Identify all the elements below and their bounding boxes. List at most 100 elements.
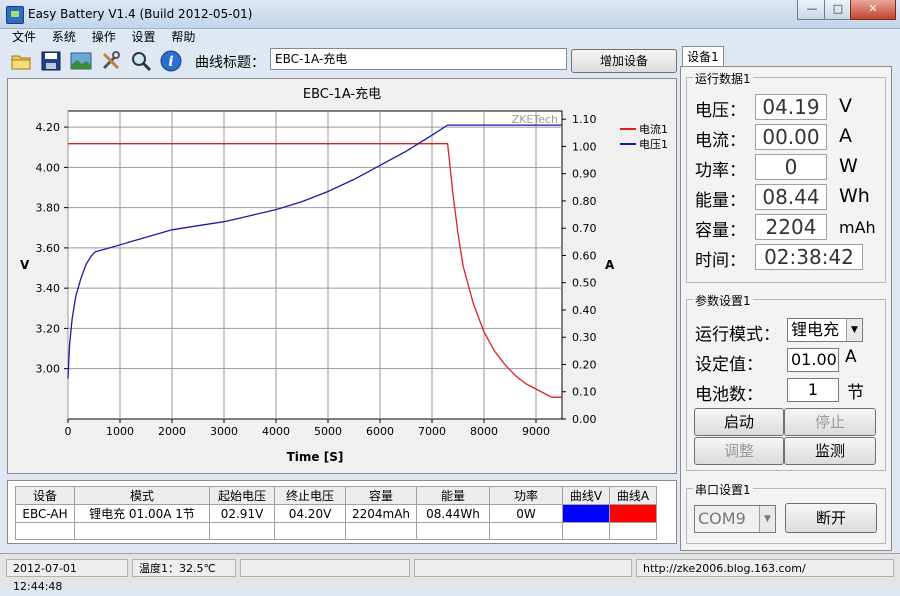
cells-input[interactable]: 1 xyxy=(787,378,839,402)
x-tick-label: 9000 xyxy=(522,425,550,438)
time-label: 时间： xyxy=(695,251,746,271)
results-table-panel: 设备 模式 起始电压 终止电压 容量 能量 功率 曲线V 曲线A EBC-AH … xyxy=(7,480,677,544)
power-label: 功率： xyxy=(695,161,746,181)
device-panel: 设备1 运行数据1 电压： 04.19 V 电流： 00.00 A 功率： 0 … xyxy=(680,46,894,553)
x-tick-label: 3000 xyxy=(210,425,238,438)
menu-system[interactable]: 系统 xyxy=(46,28,82,46)
setpoint-input[interactable]: 01.00 xyxy=(787,348,839,372)
y-left-tick-label: 3.20 xyxy=(36,322,61,335)
x-tick-label: 0 xyxy=(65,425,72,438)
col-device: 设备 xyxy=(15,486,75,505)
monitor-button[interactable]: 监测 xyxy=(784,437,876,465)
run-data-group: 运行数据1 电压： 04.19 V 电流： 00.00 A 功率： 0 W 能量… xyxy=(686,70,886,283)
menu-bar: 文件 系统 操作 设置 帮助 xyxy=(6,28,686,46)
stop-button[interactable]: 停止 xyxy=(784,408,876,436)
caption-input[interactable]: EBC-1A-充电 xyxy=(270,48,567,70)
cell-start-voltage: 02.91V xyxy=(209,504,275,523)
col-power: 功率 xyxy=(489,486,563,505)
y-right-tick-label: 0.20 xyxy=(572,358,597,371)
close-button[interactable]: ✕ xyxy=(850,0,896,20)
empty-cell xyxy=(15,522,75,540)
menu-operate[interactable]: 操作 xyxy=(86,28,122,46)
y-left-tick-label: 3.00 xyxy=(36,363,61,376)
empty-cell xyxy=(489,522,563,540)
save-icon[interactable] xyxy=(40,50,62,72)
device-tab-body: 运行数据1 电压： 04.19 V 电流： 00.00 A 功率： 0 W 能量… xyxy=(680,66,892,551)
tab-device1[interactable]: 设备1 xyxy=(682,46,724,67)
cell-curve-v-color[interactable] xyxy=(562,504,610,523)
energy-readout: 08.44 xyxy=(755,184,827,210)
y-right-tick-label: 0.50 xyxy=(572,277,597,290)
serial-settings-title: 串口设置1 xyxy=(693,481,753,498)
cell-curve-a-color[interactable] xyxy=(609,504,657,523)
folder-icon[interactable] xyxy=(10,50,32,72)
mode-select[interactable]: 锂电充 ▼ xyxy=(787,318,863,342)
current-readout: 00.00 xyxy=(755,124,827,150)
info-icon[interactable]: i xyxy=(160,50,182,72)
cell-end-voltage: 04.20V xyxy=(274,504,346,523)
tools-icon[interactable] xyxy=(100,50,122,72)
mode-label: 运行模式： xyxy=(695,325,780,345)
chevron-down-icon[interactable]: ▼ xyxy=(846,319,862,341)
capacity-unit: mAh xyxy=(839,218,876,237)
empty-cell xyxy=(416,522,490,540)
menu-settings[interactable]: 设置 xyxy=(126,28,162,46)
table-row[interactable]: EBC-AH 锂电充 01.00A 1节 02.91V 04.20V 2204m… xyxy=(15,504,657,523)
legend-label-current: 电流1 xyxy=(639,122,668,136)
cell-mode: 锂电充 01.00A 1节 xyxy=(74,504,210,523)
image-icon[interactable] xyxy=(70,50,92,72)
adjust-button[interactable]: 调整 xyxy=(694,437,784,465)
maximize-button[interactable]: □ xyxy=(824,0,852,20)
status-url[interactable]: http://zke2006.blog.163.com/ xyxy=(636,559,894,577)
disconnect-button[interactable]: 断开 xyxy=(785,503,877,533)
add-device-button[interactable]: 增加设备 xyxy=(571,49,677,73)
y-left-tick-label: 3.60 xyxy=(36,242,61,255)
menu-file[interactable]: 文件 xyxy=(6,28,42,46)
x-tick-label: 7000 xyxy=(418,425,446,438)
chevron-down-icon[interactable]: ▼ xyxy=(759,506,775,532)
chart-panel: EBC-1A-充电 ZKETech 0 1000 2000 3000 4000 5000 6… xyxy=(7,78,677,474)
col-curve-v: 曲线V xyxy=(562,486,610,505)
table-row[interactable] xyxy=(15,522,657,540)
empty-cell xyxy=(345,522,417,540)
menu-help[interactable]: 帮助 xyxy=(165,28,201,46)
y-left-tick-label: 3.40 xyxy=(36,282,61,295)
empty-cell xyxy=(209,522,275,540)
y-right-tick-label: 1.00 xyxy=(572,140,597,153)
energy-label: 能量： xyxy=(695,191,746,211)
magnifier-icon[interactable] xyxy=(130,50,152,72)
chart-svg: EBC-1A-充电 ZKETech 0 1000 2000 3000 4000 5000 6… xyxy=(20,86,668,464)
y-right-tick-label: 0.40 xyxy=(572,304,597,317)
port-select[interactable]: COM9 ▼ xyxy=(694,505,776,533)
y-left-tick-label: 4.00 xyxy=(36,161,61,174)
x-axis-label: Time [S] xyxy=(287,450,344,464)
y-right-tick-label: 0.90 xyxy=(572,168,597,181)
start-button[interactable]: 启动 xyxy=(694,408,784,436)
results-table: 设备 模式 起始电压 终止电压 容量 能量 功率 曲线V 曲线A EBC-AH … xyxy=(15,486,657,540)
run-data-title: 运行数据1 xyxy=(693,70,753,87)
y-right-tick-label: 0.30 xyxy=(572,331,597,344)
capacity-label: 容量： xyxy=(695,221,746,241)
x-tick-label: 8000 xyxy=(470,425,498,438)
col-capacity: 容量 xyxy=(345,486,417,505)
y-left-tick-label: 3.80 xyxy=(36,202,61,215)
power-unit: W xyxy=(839,155,858,177)
empty-cell xyxy=(274,522,346,540)
serial-settings-group: 串口设置1 COM9 ▼ 断开 xyxy=(686,481,886,544)
voltage-readout: 04.19 xyxy=(755,94,827,120)
minimize-button[interactable]: — xyxy=(797,0,827,20)
current-unit: A xyxy=(839,125,852,147)
status-empty-1 xyxy=(240,559,410,577)
plot-area xyxy=(67,110,563,420)
voltage-unit: V xyxy=(839,95,852,117)
legend: 电流1 电压1 xyxy=(620,122,668,151)
window-title: Easy Battery V1.4 (Build 2012-05-01) xyxy=(28,7,253,21)
status-datetime: 2012-07-01 12:44:48 xyxy=(6,559,128,593)
app-icon xyxy=(6,6,24,24)
param-settings-group: 参数设置1 运行模式： 锂电充 ▼ 设定值： 01.00 A 电池数： 1 节 … xyxy=(686,292,886,471)
cell-power: 0W xyxy=(489,504,563,523)
cell-capacity: 2204mAh xyxy=(345,504,417,523)
setpoint-label: 设定值： xyxy=(695,355,763,375)
x-tick-label: 1000 xyxy=(106,425,134,438)
chart-title: EBC-1A-充电 xyxy=(303,86,381,102)
